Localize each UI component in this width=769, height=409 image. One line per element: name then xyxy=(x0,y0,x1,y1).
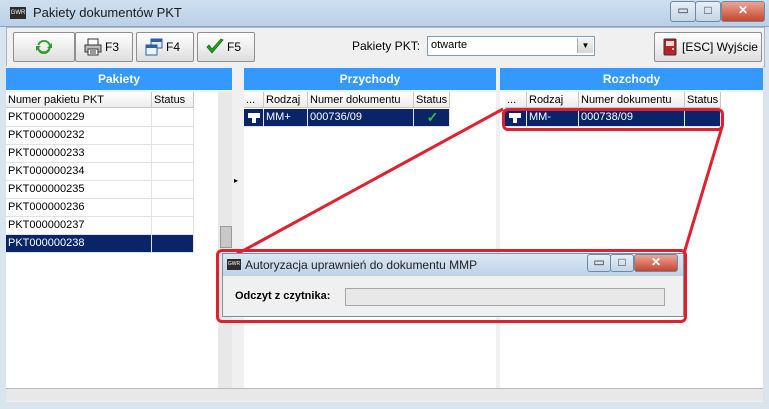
przychody-grid: ... Rodzaj Numer dokumentu Status MM+ 00… xyxy=(244,92,496,388)
przychody-header: Przychody xyxy=(244,68,496,90)
close-button[interactable]: ✕ xyxy=(721,1,765,22)
column-header-numer-dokumentu[interactable]: Numer dokumentu xyxy=(308,92,414,108)
cell-numer-pakietu: PKT000000233 xyxy=(6,145,152,162)
table-row[interactable]: PKT000000233 xyxy=(6,145,194,163)
cell-numer-pakietu: PKT000000232 xyxy=(6,127,152,144)
cell-status xyxy=(152,127,194,144)
table-row[interactable]: PKT000000238 xyxy=(6,235,194,253)
f4-button-label: F4 xyxy=(166,40,181,54)
horizontal-scrollbar[interactable] xyxy=(6,388,763,401)
cell-numer-pakietu: PKT000000238 xyxy=(6,235,152,252)
table-row[interactable]: PKT000000235 xyxy=(6,181,194,199)
toolbar: F3 F4 F5 Pakiety PKT: otwarte ▼ [ESC] Wy… xyxy=(6,27,765,67)
splitter-arrow-icon[interactable]: ▸ xyxy=(234,176,238,185)
row-indicator xyxy=(244,109,264,126)
window-title: Pakiety dokumentów PKT xyxy=(33,5,182,20)
table-row[interactable]: PKT000000232 xyxy=(6,127,194,145)
column-header-numer-dokumentu[interactable]: Numer dokumentu xyxy=(579,92,685,108)
table-row[interactable]: MM+ 000736/09 ✓ xyxy=(244,109,450,127)
annotation-highlight-dialog xyxy=(216,249,687,323)
cell-numer-pakietu: PKT000000236 xyxy=(6,199,152,216)
scrollbar-thumb[interactable] xyxy=(220,226,232,248)
table-row[interactable]: PKT000000229 xyxy=(6,109,194,127)
cell-numer: 000736/09 xyxy=(308,109,414,126)
filter-label: Pakiety PKT: xyxy=(352,39,421,53)
cell-status xyxy=(152,145,194,162)
pakiety-scrollbar[interactable] xyxy=(218,92,232,388)
refresh-button[interactable] xyxy=(13,32,75,62)
print-button-label: F3 xyxy=(105,40,120,54)
pakiety-header: Pakiety xyxy=(6,68,232,90)
cell-status xyxy=(152,109,194,126)
minimize-button[interactable]: ▭ xyxy=(670,1,696,22)
column-header-more[interactable]: ... xyxy=(505,92,527,108)
column-header-more[interactable]: ... xyxy=(244,92,264,108)
column-header-status[interactable]: Status xyxy=(414,92,450,108)
cell-status xyxy=(152,181,194,198)
annotation-highlight-row xyxy=(502,108,724,131)
cell-numer-pakietu: PKT000000235 xyxy=(6,181,152,198)
filter-select[interactable]: otwarte ▼ xyxy=(427,36,595,56)
cell-status xyxy=(152,199,194,216)
door-exit-icon xyxy=(663,38,677,56)
checkmark-icon xyxy=(206,38,224,54)
cell-numer-pakietu: PKT000000234 xyxy=(6,163,152,180)
status-check-icon: ✓ xyxy=(414,109,450,126)
table-row[interactable]: PKT000000236 xyxy=(6,199,194,217)
windows-icon xyxy=(145,38,163,56)
cell-numer-pakietu: PKT000000237 xyxy=(6,217,152,234)
cell-status xyxy=(152,235,194,252)
document-icon xyxy=(248,113,260,123)
exit-button[interactable]: [ESC] Wyjście xyxy=(654,32,762,62)
exit-button-label: [ESC] Wyjście xyxy=(682,40,758,54)
cell-status xyxy=(152,163,194,180)
table-row[interactable]: PKT000000237 xyxy=(6,217,194,235)
f5-button-label: F5 xyxy=(227,40,242,54)
filter-select-value: otwarte xyxy=(431,39,468,51)
rozchody-grid: ... Rodzaj Numer dokumentu Status MM- 00… xyxy=(500,92,763,388)
maximize-button[interactable]: □ xyxy=(695,1,721,22)
pakiety-grid: Numer pakietu PKT Status PKT000000229 PKT… xyxy=(6,92,218,388)
column-header-numer-pakietu[interactable]: Numer pakietu PKT xyxy=(6,92,152,108)
printer-icon xyxy=(84,38,102,56)
table-row[interactable]: PKT000000234 xyxy=(6,163,194,181)
splitter[interactable]: ▸ xyxy=(232,66,244,388)
cell-status xyxy=(152,217,194,234)
column-header-status[interactable]: Status xyxy=(685,92,721,108)
column-header-rodzaj[interactable]: Rodzaj xyxy=(264,92,308,108)
rozchody-header: Rozchody xyxy=(500,68,763,90)
chevron-down-icon[interactable]: ▼ xyxy=(577,38,593,53)
f5-button[interactable]: F5 xyxy=(197,32,255,62)
column-header-rodzaj[interactable]: Rodzaj xyxy=(527,92,579,108)
cell-rodzaj: MM+ xyxy=(264,109,308,126)
window-titlebar: GWR Pakiety dokumentów PKT ▭ □ ✕ xyxy=(0,0,769,27)
refresh-icon xyxy=(36,39,52,54)
print-button[interactable]: F3 xyxy=(75,32,133,62)
cell-numer-pakietu: PKT000000229 xyxy=(6,109,152,126)
app-logo: GWR xyxy=(10,7,26,19)
column-header-status[interactable]: Status xyxy=(152,92,194,108)
f4-button[interactable]: F4 xyxy=(136,32,194,62)
